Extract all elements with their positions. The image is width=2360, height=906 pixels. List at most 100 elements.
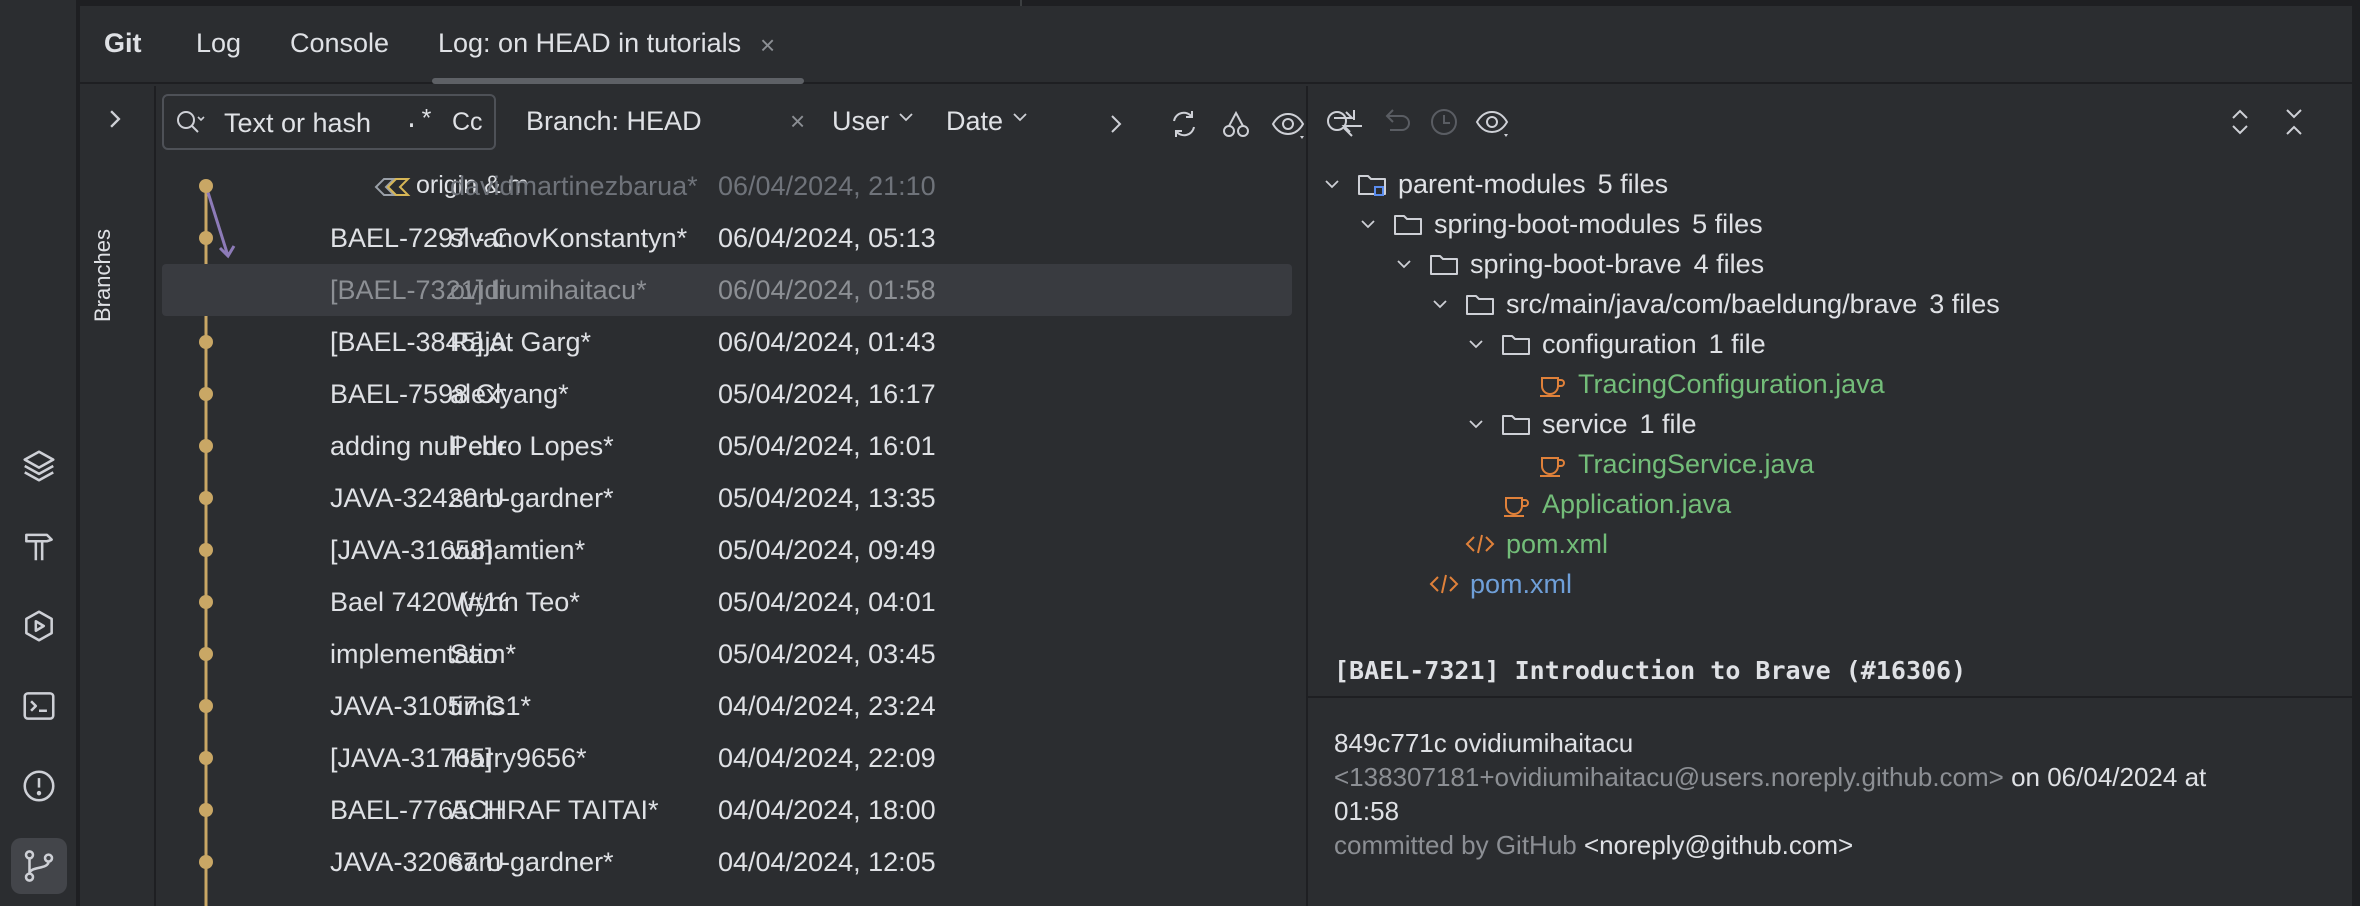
commit-date: 04/04/2024, 18:00 [718, 795, 936, 825]
xml-file-icon [1429, 574, 1459, 594]
commit-row[interactable]: JAVA-32420 Usam-gardner* 05/04/2024, 13:3… [162, 472, 1292, 524]
commit-row[interactable]: BAEL-7297 - CslvanovKonstantyn* 06/04/202… [162, 212, 1292, 264]
commit-date: 05/04/2024, 13:35 [718, 483, 936, 513]
revert-icon [1385, 109, 1410, 131]
commit-row[interactable]: implementatio Sam* 05/04/2024, 03:45 [162, 628, 1292, 680]
user-filter[interactable]: User [832, 106, 915, 137]
folder-icon [1502, 335, 1530, 355]
committer-email[interactable]: <noreply@github.com> [1584, 830, 1853, 860]
terminal-icon[interactable] [11, 678, 67, 734]
branches-label[interactable]: Branches [90, 122, 116, 322]
changes-toolbar [1308, 86, 2352, 154]
chevron-down-icon [1013, 113, 1027, 122]
commit-date: 04/04/2024, 12:05 [718, 847, 936, 877]
tree-node-name: pom.xml [1506, 528, 1609, 559]
build-hammer-icon[interactable] [11, 518, 67, 574]
commit-date: 06/04/2024, 01:58 [718, 275, 936, 305]
match-case-toggle[interactable]: Cc [452, 108, 483, 137]
tree-node-count: 4 files [1693, 248, 1765, 279]
tree-node-name: pom.xml [1470, 568, 1573, 599]
chevron-down-icon[interactable] [1466, 334, 1486, 354]
commit-row[interactable]: BAEL-7598 Ch alexyang* 05/04/2024, 16:17 [162, 368, 1292, 420]
problems-icon[interactable] [11, 758, 67, 814]
chevron-down-icon[interactable] [1430, 294, 1450, 314]
git-branch-icon[interactable] [11, 838, 67, 894]
tree-node[interactable]: TracingService.java [1536, 444, 1814, 484]
commit-row[interactable]: Bael 7420 (#16 Wynn Teo* 05/04/2024, 04:01 [162, 576, 1292, 628]
java-file-icon [1504, 497, 1529, 517]
search-input[interactable] [224, 106, 404, 140]
expand-all-icon[interactable] [2222, 104, 2258, 140]
tree-node-name: TracingConfiguration.java [1578, 368, 1885, 399]
tree-node[interactable]: pom.xml [1428, 564, 1572, 604]
tree-node-count: 1 file [1708, 328, 1766, 359]
changed-files-tree[interactable]: parent-modules 5 files spring-boot-modules… [1308, 158, 2352, 698]
refresh-icon[interactable] [1166, 106, 1202, 142]
tab-close-button[interactable]: × [760, 30, 775, 61]
tree-node[interactable]: TracingConfiguration.java [1536, 364, 1885, 404]
commit-date: 04/04/2024, 23:24 [718, 691, 936, 721]
commit-row[interactable]: adding null che Pedro Lopes* 05/04/2024, 1… [162, 420, 1292, 472]
view-options-eye-icon[interactable] [1474, 104, 1510, 140]
tree-node-name: src/main/java/com/baeldung/brave [1506, 288, 1918, 319]
commit-date: 06/04/2024, 21:10 [718, 171, 936, 201]
clear-branch-filter-button[interactable]: × [790, 106, 805, 137]
tool-window-strip [0, 0, 78, 906]
commit-row[interactable]: [JAVA-31658] vunamtien* 05/04/2024, 09:49 [162, 524, 1292, 576]
view-options-eye-icon[interactable] [1270, 106, 1306, 142]
folder-icon [1394, 215, 1422, 235]
tab-console[interactable]: Console [290, 28, 389, 59]
chevron-down-icon[interactable] [1394, 254, 1414, 274]
commit-row[interactable]: JAVA-31057 Ctimis1* 04/04/2024, 23:24 [162, 680, 1292, 732]
tree-node[interactable]: parent-modules 5 files [1322, 164, 1668, 204]
chevron-down-icon[interactable] [1322, 174, 1342, 194]
java-file-icon [1540, 377, 1565, 397]
search-box: .* Cc [162, 94, 496, 150]
chevron-down-icon[interactable] [1358, 214, 1378, 234]
layers-icon[interactable] [11, 438, 67, 494]
commit-row[interactable]: [BAEL-7321] In ovidiumihaitacu* 06/04/2024… [162, 264, 1292, 316]
tab-git[interactable]: Git [104, 28, 142, 59]
chevron-right-more-icon[interactable] [1098, 106, 1134, 142]
commit-hash-author[interactable]: 849c771c ovidiumihaitacu [1334, 728, 1633, 759]
top-edge [80, 0, 2352, 6]
java-file-icon [1540, 457, 1565, 477]
search-history-icon[interactable] [174, 108, 206, 138]
tab-log[interactable]: Log [196, 28, 241, 59]
run-services-icon[interactable] [11, 598, 67, 654]
tree-node[interactable]: configuration 1 file [1466, 324, 1766, 364]
tree-node-name: Application.java [1542, 488, 1732, 519]
date-filter[interactable]: Date [946, 106, 1029, 137]
cherry-pick-icon[interactable] [1218, 106, 1254, 142]
tree-node[interactable]: src/main/java/com/baeldung/brave 3 files [1430, 284, 2000, 324]
git-tool-window: Git Log Console Log: on HEAD in tutorial… [80, 0, 2352, 906]
commit-row[interactable]: JAVA-32067 Usam-gardner* 04/04/2024, 12:0… [162, 836, 1292, 888]
tree-node[interactable]: pom.xml [1464, 524, 1608, 564]
commit-row[interactable]: BAEL-7765: H ACHRAF TAITAI* 04/04/2024, 18… [162, 784, 1292, 836]
tree-node[interactable]: service 1 file [1466, 404, 1697, 444]
tree-node-count: 1 file [1639, 408, 1697, 439]
chevron-down-icon[interactable] [1466, 414, 1486, 434]
commit-message-title: [BAEL-7321] Introduction to Brave (#1630… [1334, 656, 1967, 685]
branch-tags-icon [374, 178, 411, 196]
branch-filter[interactable]: Branch: HEAD [526, 106, 702, 137]
commit-date: 06/04/2024, 01:43 [718, 327, 936, 357]
tree-node[interactable]: spring-boot-modules 5 files [1358, 204, 1763, 244]
tree-node[interactable]: spring-boot-brave 4 files [1394, 244, 1764, 284]
commit-list[interactable]: origin & m davidmartinezbarua* 06/04/2024,… [162, 160, 1386, 906]
active-tab-indicator [432, 78, 804, 84]
tree-node[interactable]: Application.java [1500, 484, 1731, 524]
committed-by: committed by GitHub [1334, 830, 1577, 860]
commit-date: 04/04/2024, 22:09 [718, 743, 936, 773]
commit-row[interactable]: [BAEL-3845] A Rajat Garg* 06/04/2024, 01:4… [162, 316, 1292, 368]
commit-row[interactable]: [JAVA-31765] Harry9656* 04/04/2024, 22:09 [162, 732, 1292, 784]
commit-date-prefix: on 06/04/2024 at [2011, 762, 2207, 792]
author-email[interactable]: <138307181+ovidiumihaitacu@users.noreply… [1334, 762, 2004, 792]
show-diff-arrows-icon[interactable] [1330, 104, 1366, 140]
tree-node-count: 5 files [1692, 208, 1763, 239]
tab-log-head-tutorials[interactable]: Log: on HEAD in tutorials [438, 28, 741, 59]
collapse-all-icon[interactable] [2276, 104, 2312, 140]
commit-row[interactable]: origin & m davidmartinezbarua* 06/04/2024,… [162, 160, 1292, 212]
committed-by-line: committed by GitHub <noreply@github.com> [1334, 830, 1853, 861]
regex-toggle[interactable]: .* [404, 106, 434, 135]
